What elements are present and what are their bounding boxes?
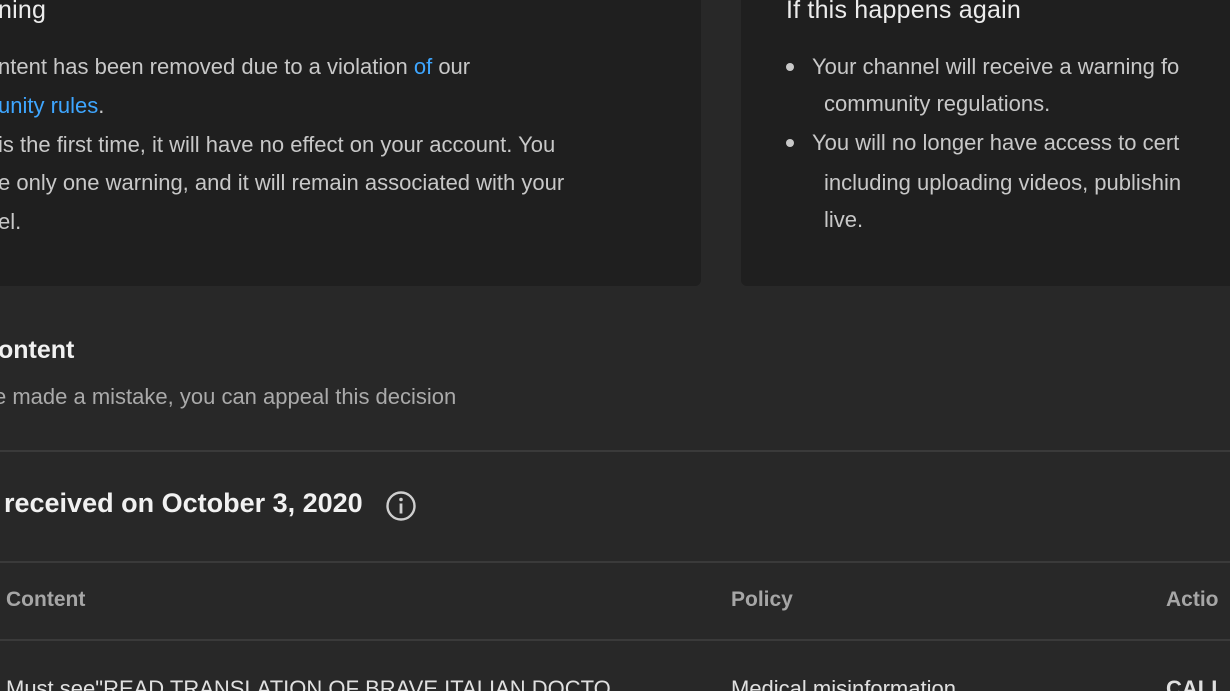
warning-line-3: is the first time, it will have no effec…	[0, 132, 556, 157]
table-top-divider	[0, 561, 1230, 563]
bullet-icon	[786, 63, 794, 71]
policy-cell: Medical misinformation	[731, 676, 956, 691]
appeal-section-title: ontent	[0, 336, 75, 364]
consequence-item-1-line-2: community regulations.	[824, 91, 1051, 116]
appeal-description: e made a mistake, you can appeal this de…	[0, 384, 457, 409]
table-header-divider	[0, 639, 1230, 641]
action-button[interactable]: CALL	[1166, 676, 1225, 691]
warning-line-1: ntent has been removed due to a violatio…	[0, 48, 470, 86]
strike-received-heading: received on October 3, 2020	[4, 488, 363, 518]
warning-line-1-text: ntent has been removed due to a violatio…	[0, 54, 414, 79]
consequence-item-2-line-1: You will no longer have access to cert	[812, 130, 1180, 155]
warning-line-4: e only one warning, and it will remain a…	[0, 170, 565, 195]
warning-line-5: el.	[0, 209, 22, 234]
warning-line-2: unity rules.	[0, 87, 104, 125]
of-link[interactable]: of	[414, 54, 432, 79]
bullet-icon	[786, 139, 794, 147]
community-rules-link[interactable]: unity rules	[0, 93, 98, 118]
warning-line-1-end: our	[432, 54, 471, 79]
page: ning ntent has been removed due to a vio…	[0, 0, 1230, 691]
content-cell[interactable]: Must see"READ TRANSLATION OF BRAVE ITALI…	[6, 676, 611, 691]
consequence-item-2-line-2: including uploading videos, publishin	[824, 170, 1182, 195]
warning-card-title: ning	[0, 0, 47, 24]
consequence-item-1-line-1: Your channel will receive a warning fo	[812, 54, 1180, 79]
section-divider	[0, 450, 1230, 452]
column-header-action: Actio	[1166, 588, 1219, 611]
column-header-policy: Policy	[731, 588, 793, 611]
info-circle-icon[interactable]	[385, 490, 417, 522]
if-happens-again-title: If this happens again	[786, 0, 1021, 24]
warning-line-2-end: .	[98, 93, 105, 118]
consequence-item-2-line-3: live.	[824, 207, 864, 232]
column-header-content: Content	[6, 588, 86, 611]
